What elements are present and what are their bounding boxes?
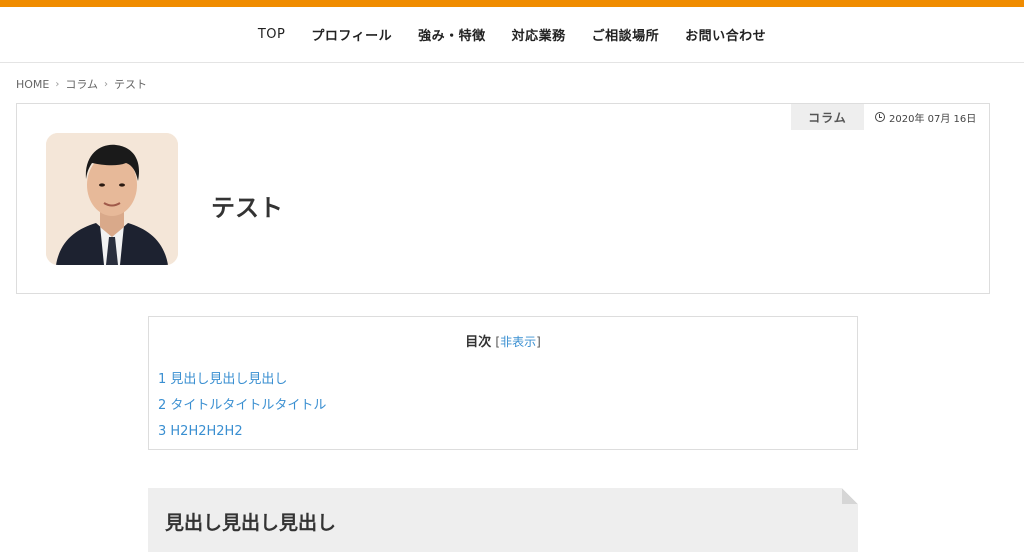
- nav-item-profile[interactable]: プロフィール: [311, 25, 392, 44]
- breadcrumb-separator-icon: ›: [104, 78, 109, 90]
- toc-link-3[interactable]: 3 H2H2H2H2: [158, 424, 243, 439]
- toc-item: 2 タイトルタイトルタイトル: [158, 393, 326, 419]
- breadcrumb-current: テスト: [114, 78, 148, 91]
- breadcrumb-separator-icon: ›: [55, 78, 60, 90]
- section-heading-box: 見出し見出し見出し: [148, 488, 858, 552]
- toc-item: 3 H2H2H2H2: [158, 419, 326, 445]
- toc-link-2[interactable]: 2 タイトルタイトルタイトル: [158, 398, 326, 413]
- top-accent-bar: [0, 0, 1024, 7]
- nav-item-strengths[interactable]: 強み・特徴: [418, 25, 486, 44]
- breadcrumb: HOME › コラム › テスト: [16, 76, 147, 92]
- toc-toggle-close: ]: [536, 335, 541, 349]
- nav-item-top[interactable]: TOP: [258, 27, 286, 42]
- breadcrumb-home[interactable]: HOME: [16, 78, 49, 91]
- article-header: コラム 2020年 07月 16日 テスト: [16, 103, 990, 294]
- portrait-photo: [46, 133, 178, 265]
- toc-title: 目次: [465, 335, 492, 350]
- clock-icon: [875, 112, 885, 122]
- post-date-text: 2020年 07月 16日: [889, 113, 977, 125]
- page-title: テスト: [211, 194, 283, 222]
- nav-item-locations[interactable]: ご相談場所: [592, 25, 660, 44]
- toc-list: 1 見出し見出し見出し 2 タイトルタイトルタイトル 3 H2H2H2H2: [158, 367, 326, 445]
- post-date: 2020年 07月 16日: [875, 104, 976, 130]
- table-of-contents: 目次 [非表示] 1 見出し見出し見出し 2 タイトルタイトルタイトル 3 H2…: [148, 316, 858, 450]
- folded-corner: [842, 488, 858, 504]
- toc-toggle: [非表示]: [495, 335, 540, 349]
- toc-hide-link[interactable]: 非表示: [500, 335, 536, 349]
- main-nav: TOP プロフィール 強み・特徴 対応業務 ご相談場所 お問い合わせ: [0, 7, 1024, 63]
- nav-item-services[interactable]: 対応業務: [512, 25, 566, 44]
- nav-item-contact[interactable]: お問い合わせ: [685, 25, 766, 44]
- article-thumbnail: [46, 133, 178, 265]
- category-badge[interactable]: コラム: [791, 104, 864, 130]
- toc-item: 1 見出し見出し見出し: [158, 367, 326, 393]
- section-heading: 見出し見出し見出し: [165, 512, 337, 534]
- breadcrumb-category[interactable]: コラム: [65, 76, 98, 92]
- toc-link-1[interactable]: 1 見出し見出し見出し: [158, 372, 287, 387]
- toc-header: 目次 [非表示]: [149, 331, 857, 350]
